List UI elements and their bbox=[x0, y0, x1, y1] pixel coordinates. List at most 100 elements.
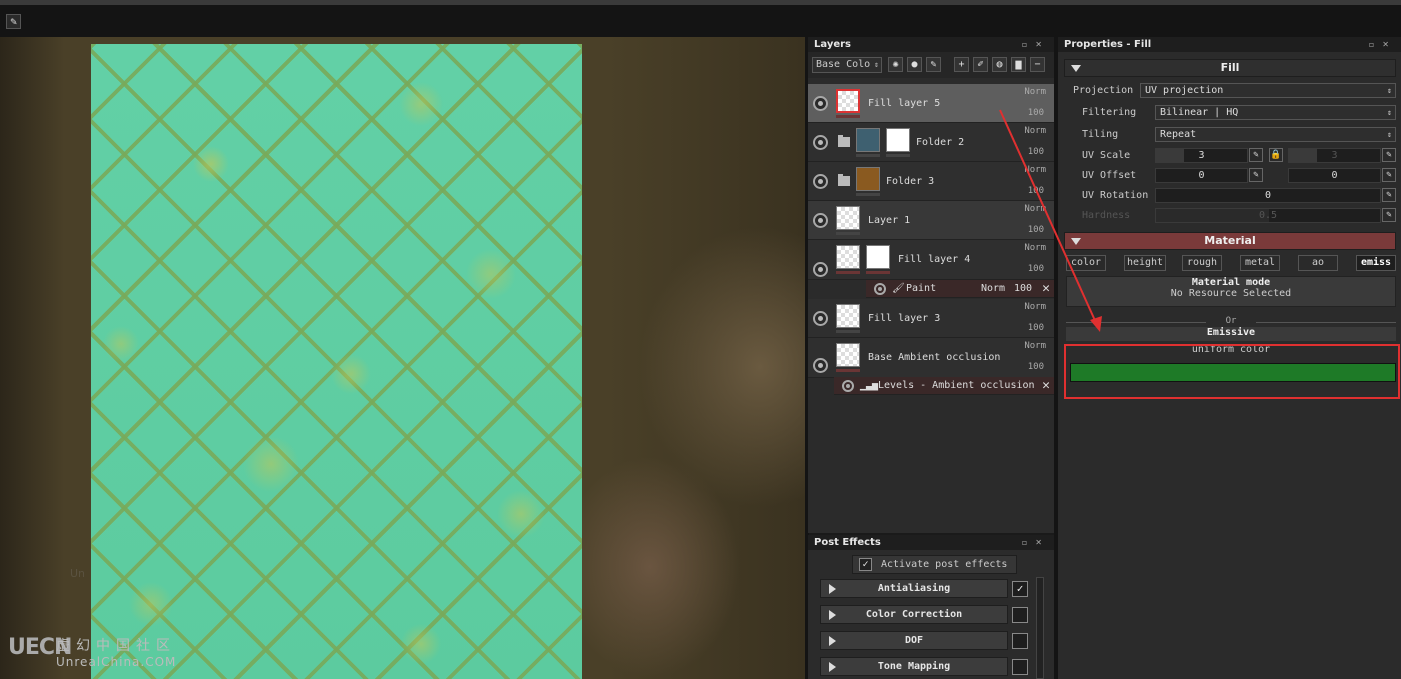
layer-row-fill-layer-5[interactable]: Fill layer 5 Norm 100 bbox=[808, 84, 1054, 123]
layer-row-layer-1[interactable]: Layer 1 Norm 100 bbox=[808, 201, 1054, 240]
collapse-triangle-icon[interactable] bbox=[1071, 65, 1081, 72]
pencil-icon[interactable]: ✎ bbox=[1382, 148, 1396, 162]
effect-dof[interactable]: DOF bbox=[820, 631, 1008, 650]
close-icon[interactable]: ✕ bbox=[1042, 281, 1050, 296]
layer-row-fill-layer-4[interactable]: Fill layer 4 Norm 100 bbox=[808, 240, 1054, 280]
activate-post-effects[interactable]: ✓ Activate post effects bbox=[852, 555, 1017, 574]
pencil-icon[interactable]: ✎ bbox=[1382, 208, 1396, 222]
updown-arrow-icon: ⇕ bbox=[874, 60, 879, 69]
effect-blend[interactable]: Norm bbox=[981, 283, 1005, 294]
close-icon[interactable]: ✕ bbox=[1042, 378, 1050, 393]
layer-blend-mode[interactable]: Norm bbox=[1024, 204, 1046, 214]
tone-mapping-checkbox[interactable] bbox=[1012, 659, 1028, 675]
panel-window-icons[interactable]: ▫✕ bbox=[1369, 37, 1397, 52]
layer-blend-mode[interactable]: Norm bbox=[1024, 126, 1046, 136]
layer-name: Layer 1 bbox=[868, 215, 911, 226]
channel-emiss-button[interactable]: emiss bbox=[1356, 255, 1396, 271]
circle-mask-icon[interactable]: ● bbox=[907, 57, 922, 72]
tiling-select[interactable]: Repeat ⇕ bbox=[1155, 127, 1396, 142]
panel-window-icons[interactable]: ▫✕ bbox=[1022, 535, 1050, 550]
visibility-icon[interactable] bbox=[813, 358, 828, 373]
uv-rotation-field[interactable]: 0 bbox=[1155, 188, 1381, 203]
add-effect-icon[interactable]: ✺ bbox=[888, 57, 903, 72]
visibility-icon[interactable] bbox=[813, 311, 828, 326]
effect-label: DOF bbox=[904, 635, 924, 646]
panel-window-icons[interactable]: ▫✕ bbox=[1022, 37, 1050, 52]
filtering-select[interactable]: Bilinear | HQ ⇕ bbox=[1155, 105, 1396, 120]
visibility-icon[interactable] bbox=[874, 283, 886, 295]
pencil-icon[interactable]: ✎ bbox=[1249, 168, 1263, 182]
uv-scale-u-field[interactable]: 3 bbox=[1155, 148, 1248, 163]
color-correction-checkbox[interactable] bbox=[1012, 607, 1028, 623]
add-layer-icon[interactable]: + bbox=[954, 57, 969, 72]
layer-opacity[interactable]: 100 bbox=[1028, 186, 1044, 196]
layer-blend-mode[interactable]: Norm bbox=[1024, 341, 1046, 351]
effect-antialiasing[interactable]: Antialiasing bbox=[820, 579, 1008, 598]
layer-blend-mode[interactable]: Norm bbox=[1024, 302, 1046, 312]
layer-row-base-ambient-occlusion[interactable]: Base Ambient occlusion Norm 100 bbox=[808, 338, 1054, 378]
effect-tone-mapping[interactable]: Tone Mapping bbox=[820, 657, 1008, 676]
layer-opacity[interactable]: 100 bbox=[1028, 147, 1044, 157]
folder-icon[interactable]: ▆ bbox=[1011, 57, 1026, 72]
pencil-icon[interactable]: ✎ bbox=[1382, 168, 1396, 182]
channel-color-button[interactable]: color bbox=[1066, 255, 1106, 271]
uv-offset-v-field[interactable]: 0 bbox=[1288, 168, 1381, 183]
channel-height-button[interactable]: height bbox=[1124, 255, 1166, 271]
levels-icon: ▁▃▅ bbox=[860, 380, 879, 391]
layer-row-folder-3[interactable]: Folder 3 Norm 100 bbox=[808, 162, 1054, 201]
channel-ao-button[interactable]: ao bbox=[1298, 255, 1338, 271]
lock-icon[interactable]: 🔒 bbox=[1269, 148, 1283, 162]
paint-layer-icon[interactable]: ✐ bbox=[973, 57, 988, 72]
layer-opacity[interactable]: 100 bbox=[1028, 323, 1044, 333]
hardness-field[interactable]: 0.5 bbox=[1155, 208, 1381, 223]
effect-row-levels[interactable]: ▁▃▅ Levels - Ambient occlusion ✕ bbox=[834, 377, 1054, 395]
visibility-icon[interactable] bbox=[842, 380, 854, 392]
scrollbar[interactable] bbox=[1036, 577, 1044, 679]
channel-metal-button[interactable]: metal bbox=[1240, 255, 1280, 271]
pencil-icon[interactable]: ✎ bbox=[6, 14, 21, 29]
fill-section-header[interactable]: Fill bbox=[1064, 59, 1396, 77]
antialiasing-checkbox[interactable]: ✓ bbox=[1012, 581, 1028, 597]
layer-row-folder-2[interactable]: Folder 2 Norm 100 bbox=[808, 123, 1054, 162]
pencil-icon[interactable]: ✎ bbox=[1249, 148, 1263, 162]
folder-icon[interactable] bbox=[838, 174, 850, 186]
layer-name: Fill layer 3 bbox=[868, 313, 941, 324]
channel-rough-button[interactable]: rough bbox=[1182, 255, 1222, 271]
layer-opacity[interactable]: 100 bbox=[1028, 225, 1044, 235]
effect-color-correction[interactable]: Color Correction bbox=[820, 605, 1008, 624]
visibility-icon[interactable] bbox=[813, 174, 828, 189]
fill-layer-icon[interactable]: ◍ bbox=[992, 57, 1007, 72]
visibility-icon[interactable] bbox=[813, 262, 828, 277]
layer-blend-mode[interactable]: Norm bbox=[1024, 243, 1046, 253]
material-section-header[interactable]: Material bbox=[1064, 232, 1396, 250]
effect-opacity[interactable]: 100 bbox=[1014, 283, 1032, 294]
collapse-triangle-icon[interactable] bbox=[1071, 238, 1081, 245]
hardness-label: Hardness bbox=[1082, 210, 1131, 221]
effect-row-paint[interactable]: 🖌 Paint Norm 100 ✕ bbox=[866, 280, 1054, 298]
pencil-icon[interactable]: ✎ bbox=[926, 57, 941, 72]
delete-layer-icon[interactable]: − bbox=[1030, 57, 1045, 72]
folder-icon[interactable] bbox=[838, 135, 850, 147]
uv-scale-v-field[interactable]: 3 bbox=[1288, 148, 1381, 163]
uv-offset-v-value: 0 bbox=[1331, 170, 1338, 181]
uv-scale-label: UV Scale bbox=[1082, 150, 1131, 161]
visibility-icon[interactable] bbox=[813, 96, 828, 111]
visibility-icon[interactable] bbox=[813, 213, 828, 228]
effect-label: Paint bbox=[906, 283, 937, 294]
3d-viewport[interactable]: Un UECN 虚幻中国社区 UnrealChina.COM bbox=[0, 37, 806, 679]
pencil-icon[interactable]: ✎ bbox=[1382, 188, 1396, 202]
checkbox-checked-icon[interactable]: ✓ bbox=[859, 558, 872, 571]
layer-blend-mode[interactable]: Norm bbox=[1024, 165, 1046, 175]
layer-opacity[interactable]: 100 bbox=[1028, 264, 1044, 274]
layer-opacity[interactable]: 100 bbox=[1028, 362, 1044, 372]
dof-checkbox[interactable] bbox=[1012, 633, 1028, 649]
visibility-icon[interactable] bbox=[813, 135, 828, 150]
layer-row-fill-layer-3[interactable]: Fill layer 3 Norm 100 bbox=[808, 299, 1054, 338]
layer-blend-mode[interactable]: Norm bbox=[1024, 87, 1046, 97]
layer-opacity[interactable]: 100 bbox=[1028, 108, 1044, 118]
channel-select[interactable]: Base Colo ⇕ bbox=[812, 57, 882, 73]
projection-select[interactable]: UV projection ⇕ bbox=[1140, 83, 1396, 98]
uv-offset-u-field[interactable]: 0 bbox=[1155, 168, 1248, 183]
material-mode-box[interactable]: Material mode No Resource Selected bbox=[1066, 276, 1396, 307]
fill-section-title: Fill bbox=[1220, 61, 1240, 74]
